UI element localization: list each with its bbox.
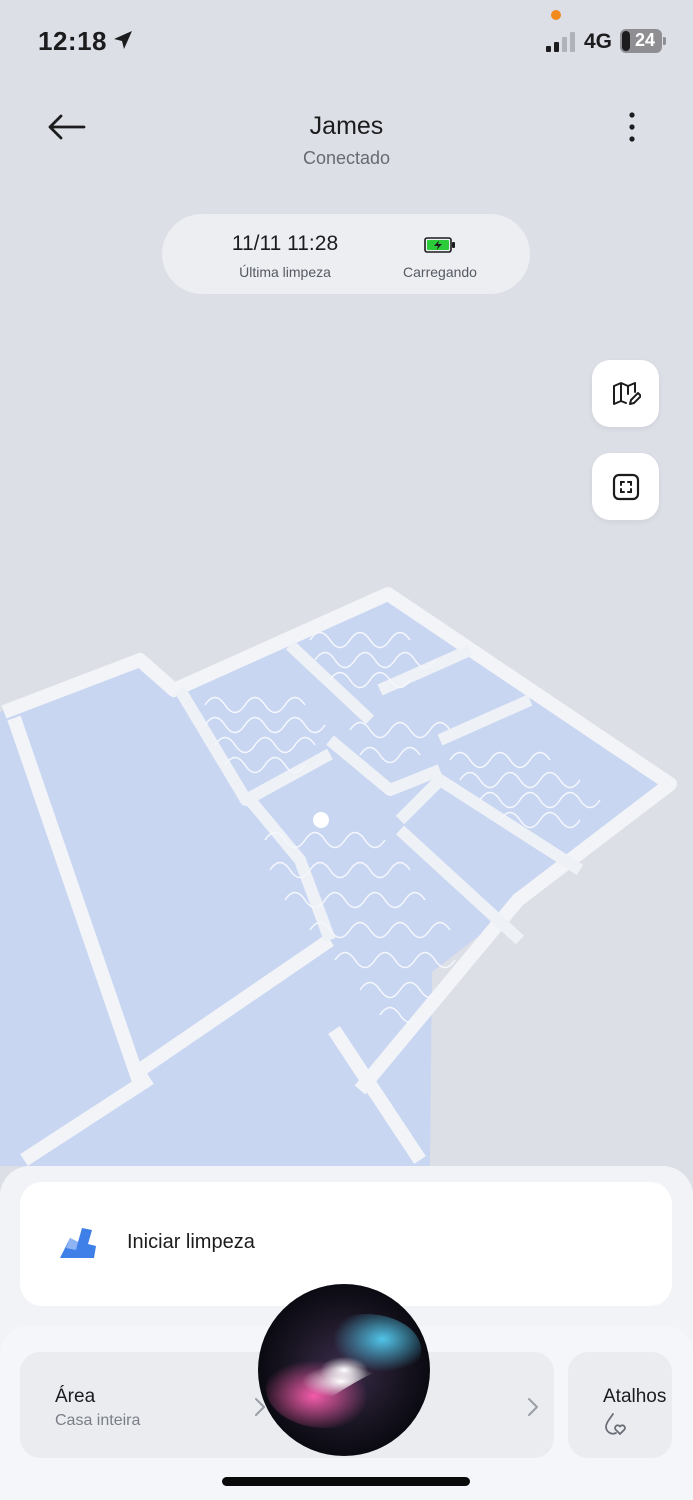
recenter-map-button[interactable] <box>592 453 659 520</box>
cellular-signal-icon <box>546 32 575 52</box>
more-options-button[interactable] <box>612 104 652 150</box>
last-clean-time: 11/11 11:28 <box>231 232 339 255</box>
robot-mop-icon <box>60 1228 96 1258</box>
charging-info: Carregando <box>365 232 515 280</box>
location-arrow-icon <box>114 31 132 49</box>
page-title: James <box>309 112 384 140</box>
shortcuts-title: Atalhos <box>603 1386 667 1407</box>
status-bar: 12:18 4G 24 <box>0 0 693 84</box>
chevron-right-icon <box>528 1398 538 1416</box>
connection-status: Conectado <box>302 148 391 168</box>
last-clean-label: Última limpeza <box>239 264 331 280</box>
siri-orb[interactable] <box>256 1278 432 1462</box>
battery-charging-icon <box>424 237 455 253</box>
start-cleaning-label: Iniciar limpeza <box>127 1231 255 1253</box>
battery-indicator: 24 <box>620 29 666 53</box>
charging-label: Carregando <box>403 264 477 280</box>
more-vertical-icon <box>629 112 635 142</box>
map-edit-icon <box>612 381 641 405</box>
privacy-indicator-dot <box>551 10 561 20</box>
area-title: Área <box>55 1386 96 1407</box>
area-value: Casa inteira <box>55 1412 141 1429</box>
focus-frame-icon <box>612 473 639 500</box>
floor-map[interactable] <box>0 570 693 1170</box>
home-indicator[interactable] <box>222 1477 470 1486</box>
battery-level: 24 <box>634 30 656 50</box>
network-type: 4G <box>584 30 613 53</box>
edit-map-button[interactable] <box>592 360 659 427</box>
robot-status-pill: 11/11 11:28 Última limpeza Carregando <box>162 214 530 294</box>
drop-heart-icon <box>605 1413 626 1435</box>
last-clean-info: 11/11 11:28 Última limpeza <box>210 232 360 280</box>
status-time: 12:18 <box>38 26 107 56</box>
